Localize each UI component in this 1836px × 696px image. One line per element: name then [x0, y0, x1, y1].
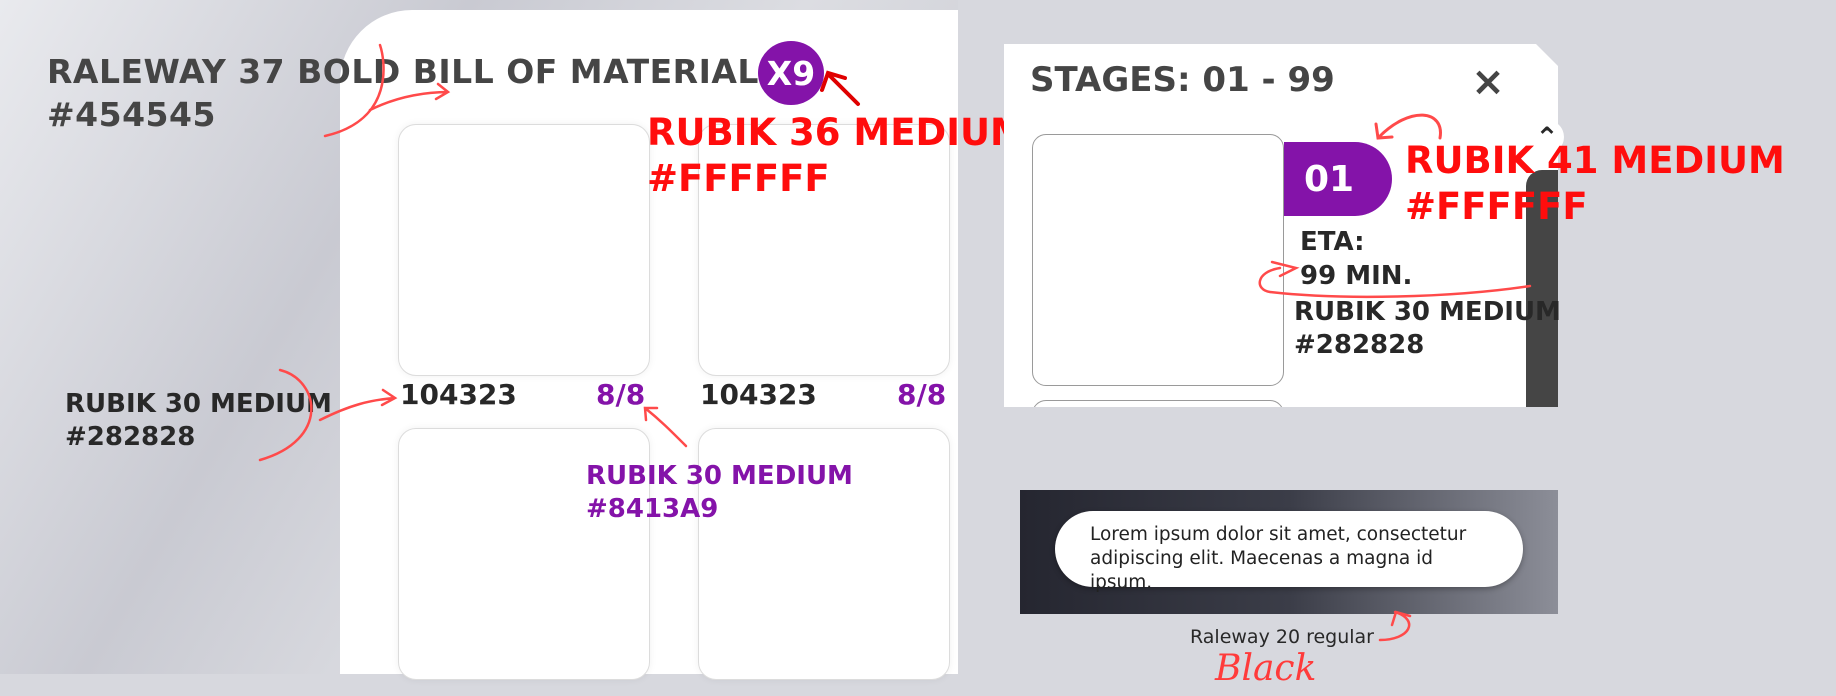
- part-count: 8/8: [596, 378, 646, 411]
- quantity-badge: X9: [758, 41, 824, 105]
- part-count: 8/8: [897, 378, 947, 411]
- part-count-annotation-color: #8413A9: [586, 493, 719, 524]
- part-id-annotation-color: #282828: [65, 421, 196, 452]
- part-id: 104323: [700, 378, 817, 411]
- part-id: 104323: [400, 378, 517, 411]
- bom-title-text: RALEWAY 37 BOLD BILL OF MATERIALS: [47, 52, 784, 91]
- stage-number-pill: 01: [1284, 142, 1392, 216]
- toast-message: Lorem ipsum dolor sit amet, consectetur …: [1055, 511, 1523, 593]
- toast-annotation-note: Black: [1215, 648, 1317, 689]
- stage-thumbnail[interactable]: [1032, 134, 1284, 386]
- stage-thumbnail[interactable]: [1032, 400, 1284, 407]
- eta-label: ETA:: [1300, 227, 1365, 257]
- stage-eta: ETA: 99 MIN.: [1300, 226, 1412, 294]
- badge-annotation-color: #FFFFFF: [647, 157, 830, 201]
- part-count-annotation: RUBIK 30 MEDIUM #8413A9: [586, 460, 853, 525]
- badge-annotation-font: RUBIK 36 MEDIUM: [647, 111, 1027, 154]
- eta-value: 99 MIN.: [1300, 260, 1413, 291]
- eta-annotation: RUBIK 30 MEDIUM #282828: [1294, 296, 1561, 361]
- part-id-annotation: RUBIK 30 MEDIUM #282828: [65, 388, 332, 453]
- stage-pill-annotation-color: #FFFFFF: [1405, 185, 1588, 229]
- part-count-annotation-font: RUBIK 30 MEDIUM: [586, 461, 853, 491]
- stage-pill-annotation: RUBIK 41 MEDIUM #FFFFFF: [1405, 138, 1785, 231]
- part-id-annotation-font: RUBIK 30 MEDIUM: [65, 389, 332, 419]
- part-card[interactable]: [398, 124, 650, 376]
- eta-annotation-color: #282828: [1294, 329, 1425, 360]
- close-icon[interactable]: ×: [1468, 59, 1508, 105]
- stages-title: STAGES: 01 - 99: [1030, 60, 1335, 100]
- toast-annotation: Raleway 20 regular: [1190, 626, 1374, 648]
- stages-panel-corner: [1536, 44, 1558, 66]
- badge-annotation: RUBIK 36 MEDIUM #FFFFFF: [647, 110, 1027, 203]
- stage-pill-annotation-font: RUBIK 41 MEDIUM: [1405, 139, 1785, 182]
- eta-annotation-font: RUBIK 30 MEDIUM: [1294, 297, 1561, 327]
